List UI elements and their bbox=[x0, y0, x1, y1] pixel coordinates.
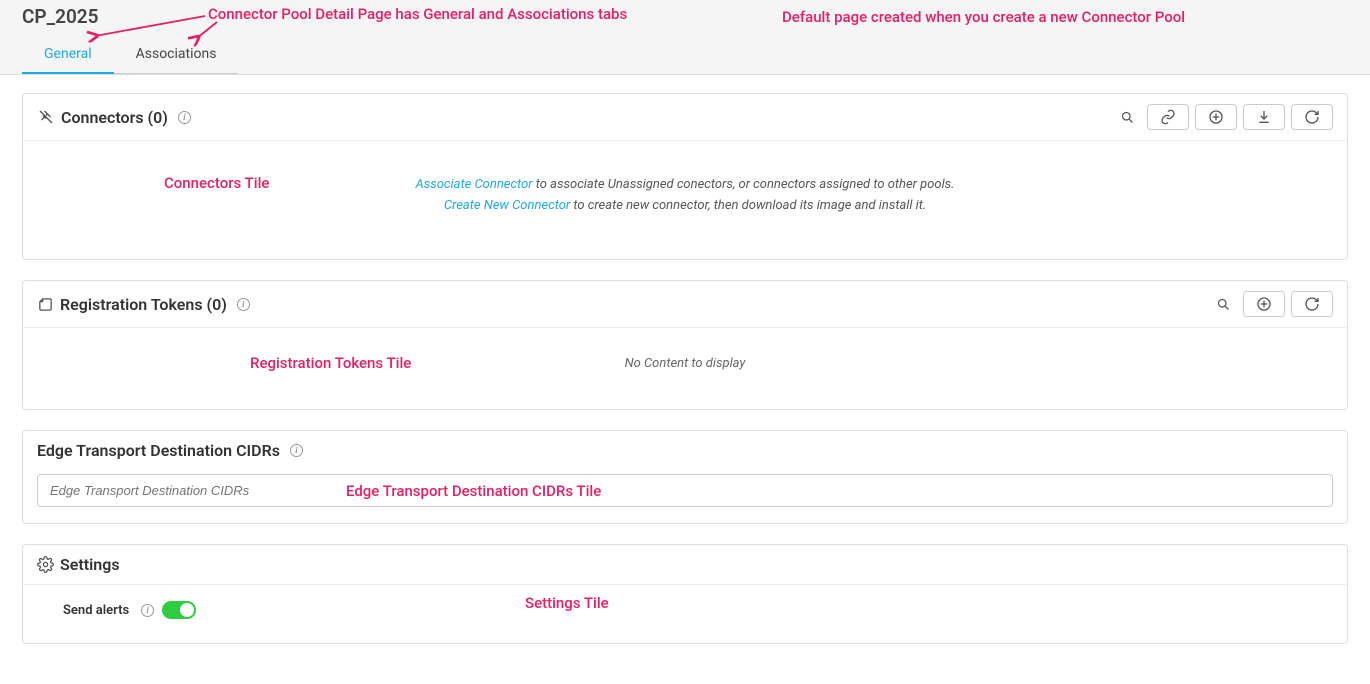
tab-general[interactable]: General bbox=[22, 38, 114, 74]
download-button[interactable] bbox=[1243, 104, 1285, 130]
connectors-icon bbox=[37, 108, 55, 126]
cidrs-title: Edge Transport Destination CIDRs bbox=[37, 441, 280, 460]
search-button[interactable] bbox=[1113, 104, 1141, 130]
associate-connector-link[interactable]: Associate Connector bbox=[416, 177, 533, 192]
refresh-button[interactable] bbox=[1291, 291, 1333, 317]
settings-title: Settings bbox=[60, 555, 120, 574]
send-alerts-toggle[interactable] bbox=[162, 601, 196, 619]
tokens-icon bbox=[37, 296, 54, 313]
add-button[interactable] bbox=[1243, 291, 1285, 317]
cidrs-tile: Edge Transport Destination CIDRs i bbox=[22, 430, 1348, 524]
create-text: to create new connector, then download i… bbox=[570, 198, 926, 213]
gear-icon bbox=[37, 556, 54, 573]
page-title: CP_2025 bbox=[22, 0, 1348, 30]
associate-text: to associate Unassigned conectors, or co… bbox=[533, 177, 955, 192]
info-icon[interactable]: i bbox=[141, 604, 154, 617]
tokens-empty-message: No Content to display bbox=[23, 328, 1347, 409]
info-icon[interactable]: i bbox=[178, 111, 191, 124]
tab-bar: General Associations bbox=[22, 30, 1348, 74]
settings-tile: Settings Send alerts i bbox=[22, 544, 1348, 644]
link-button[interactable] bbox=[1147, 104, 1189, 130]
cidrs-input[interactable] bbox=[37, 474, 1333, 507]
connectors-title: Connectors (0) bbox=[61, 108, 168, 127]
refresh-button[interactable] bbox=[1291, 104, 1333, 130]
tokens-title: Registration Tokens (0) bbox=[60, 295, 227, 314]
add-button[interactable] bbox=[1195, 104, 1237, 130]
info-icon[interactable]: i bbox=[237, 298, 250, 311]
connectors-tile: Connectors (0) i bbox=[22, 93, 1348, 260]
tokens-tile: Registration Tokens (0) i No Content to … bbox=[22, 280, 1348, 410]
create-connector-link[interactable]: Create New Connector bbox=[444, 198, 570, 213]
send-alerts-label: Send alerts bbox=[63, 603, 129, 618]
info-icon[interactable]: i bbox=[290, 444, 303, 457]
tab-associations[interactable]: Associations bbox=[114, 38, 239, 74]
search-button[interactable] bbox=[1209, 291, 1237, 317]
